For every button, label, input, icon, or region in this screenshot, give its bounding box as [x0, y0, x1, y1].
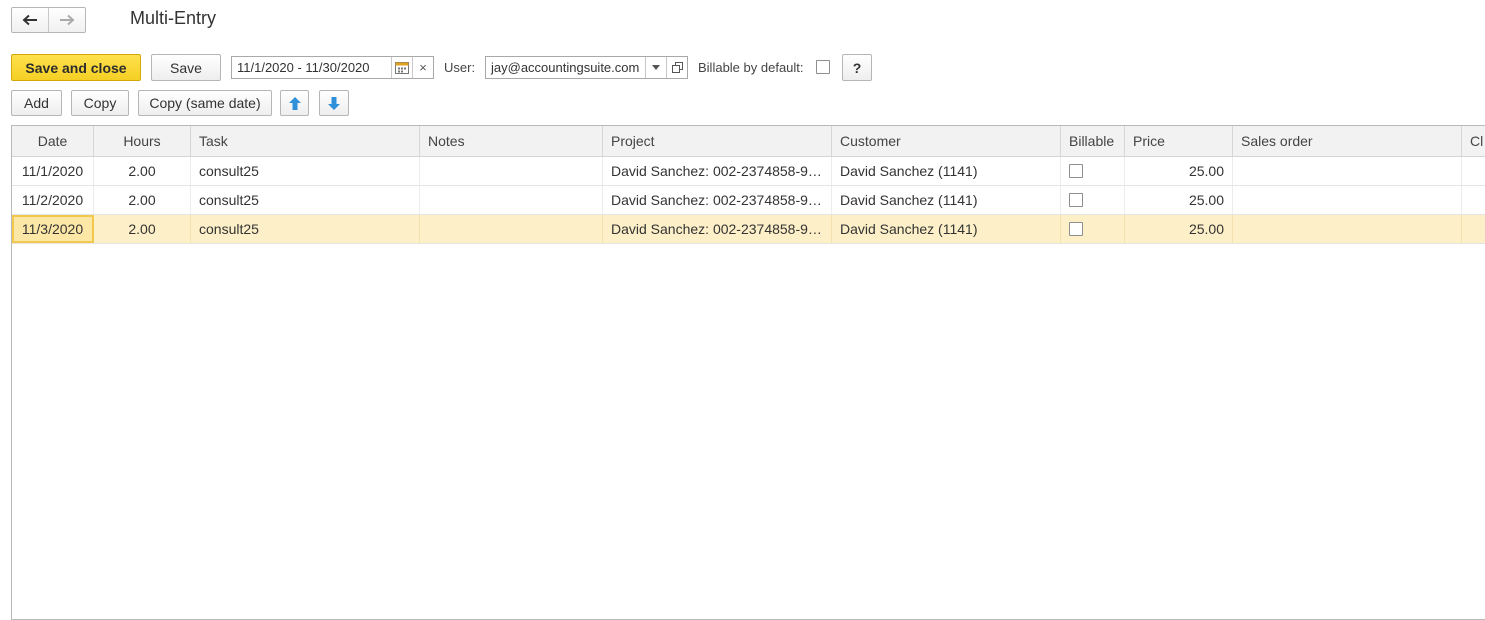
billable-default-checkbox[interactable] [816, 60, 830, 74]
page-title: Multi-Entry [130, 8, 217, 28]
cell-billable[interactable] [1061, 186, 1125, 214]
calendar-button[interactable] [391, 57, 412, 78]
column-header-notes[interactable]: Notes [420, 126, 603, 156]
billable-checkbox[interactable] [1069, 164, 1083, 178]
column-header-sales-order[interactable]: Sales order [1233, 126, 1462, 156]
help-button[interactable]: ? [842, 54, 872, 81]
save-and-close-button[interactable]: Save and close [11, 54, 141, 81]
cell-date[interactable]: 11/1/2020 [12, 157, 94, 185]
save-button[interactable]: Save [151, 54, 221, 81]
clear-period-button[interactable]: × [412, 57, 433, 78]
period-field[interactable]: 11/1/2020 - 11/30/2020 × [231, 56, 434, 79]
column-header-hours[interactable]: Hours [94, 126, 191, 156]
cell-class[interactable] [1462, 186, 1485, 214]
user-dropdown-button[interactable] [645, 57, 666, 78]
cell-hours[interactable]: 2.00 [94, 215, 191, 243]
add-button[interactable]: Add [11, 90, 62, 116]
cell-customer[interactable]: David Sanchez (1141) [832, 215, 1061, 243]
cell-task[interactable]: consult25 [191, 215, 420, 243]
cell-date[interactable]: 11/2/2020 [12, 186, 94, 214]
arrow-right-icon [60, 14, 75, 26]
cell-project[interactable]: David Sanchez: 002-2374858-9589848 [603, 215, 832, 243]
cell-hours[interactable]: 2.00 [94, 186, 191, 214]
cell-hours[interactable]: 2.00 [94, 157, 191, 185]
cell-project[interactable]: David Sanchez: 002-2374858-9589848 [603, 186, 832, 214]
cell-billable[interactable] [1061, 215, 1125, 243]
cell-notes[interactable] [420, 157, 603, 185]
cell-project[interactable]: David Sanchez: 002-2374858-9589848 [603, 157, 832, 185]
move-up-button[interactable] [280, 90, 309, 116]
table-header: Date Hours Task Notes Project Customer B… [12, 126, 1485, 157]
cell-sales-order[interactable] [1233, 215, 1462, 243]
cell-price[interactable]: 25.00 [1125, 157, 1233, 185]
cell-task[interactable]: consult25 [191, 157, 420, 185]
user-open-button[interactable] [666, 57, 687, 78]
column-header-date[interactable]: Date [12, 126, 94, 156]
arrow-down-icon [328, 96, 340, 110]
cell-sales-order[interactable] [1233, 157, 1462, 185]
arrow-up-icon [288, 96, 301, 110]
cell-customer[interactable]: David Sanchez (1141) [832, 157, 1061, 185]
chevron-down-icon [652, 65, 660, 70]
move-down-button[interactable] [319, 90, 349, 116]
column-header-price[interactable]: Price [1125, 126, 1233, 156]
column-header-class[interactable]: Cl [1462, 126, 1485, 156]
cell-task[interactable]: consult25 [191, 186, 420, 214]
billable-checkbox[interactable] [1069, 222, 1083, 236]
period-value: 11/1/2020 - 11/30/2020 [237, 60, 370, 75]
column-header-customer[interactable]: Customer [832, 126, 1061, 156]
cell-customer[interactable]: David Sanchez (1141) [832, 186, 1061, 214]
cell-billable[interactable] [1061, 157, 1125, 185]
cell-price[interactable]: 25.00 [1125, 215, 1233, 243]
close-icon: × [419, 60, 427, 75]
cell-date-current[interactable]: 11/3/2020 [12, 215, 94, 243]
entries-table: Date Hours Task Notes Project Customer B… [11, 125, 1485, 620]
user-label: User: [444, 60, 476, 75]
cell-class[interactable] [1462, 215, 1485, 243]
cell-price[interactable]: 25.00 [1125, 186, 1233, 214]
column-header-billable[interactable]: Billable [1061, 126, 1125, 156]
billable-default-label: Billable by default: [698, 60, 804, 75]
user-field[interactable]: jay@accountingsuite.com [485, 56, 688, 79]
cell-notes[interactable] [420, 186, 603, 214]
cell-notes[interactable] [420, 215, 603, 243]
arrow-left-icon [22, 14, 37, 26]
forward-button[interactable] [48, 8, 85, 32]
table-row[interactable]: 11/2/2020 2.00 consult25 David Sanchez: … [12, 186, 1485, 215]
open-window-icon [671, 62, 683, 73]
history-nav [11, 7, 86, 33]
table-row[interactable]: 11/1/2020 2.00 consult25 David Sanchez: … [12, 157, 1485, 186]
cell-class[interactable] [1462, 157, 1485, 185]
calendar-icon [395, 62, 409, 74]
user-value: jay@accountingsuite.com [491, 60, 640, 75]
back-button[interactable] [12, 8, 48, 32]
billable-checkbox[interactable] [1069, 193, 1083, 207]
copy-same-date-button[interactable]: Copy (same date) [138, 90, 272, 116]
cell-sales-order[interactable] [1233, 186, 1462, 214]
column-header-project[interactable]: Project [603, 126, 832, 156]
copy-button[interactable]: Copy [71, 90, 129, 116]
table-row-selected[interactable]: 11/3/2020 2.00 consult25 David Sanchez: … [12, 215, 1485, 244]
column-header-task[interactable]: Task [191, 126, 420, 156]
